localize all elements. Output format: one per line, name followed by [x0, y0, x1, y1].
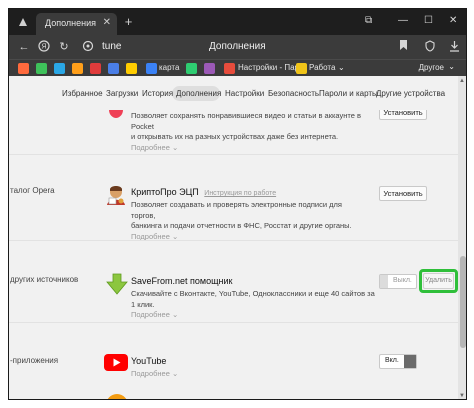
chevron-down-icon[interactable]: ⌄ [172, 310, 178, 319]
savefrom-toggle[interactable]: Выкл. [379, 274, 417, 289]
savefrom-more-link[interactable]: Подробнее [131, 310, 170, 319]
savefrom-delete-button[interactable]: Удалить [423, 273, 454, 289]
bookmark-map-label[interactable]: карта [159, 63, 179, 72]
toggle-label: Выкл. [393, 277, 412, 284]
svg-text:Я: Я [41, 44, 46, 51]
cryptopro-instructions-link[interactable]: Инструкция по работе [204, 190, 276, 197]
savefrom-name: SaveFrom.net помощник [131, 276, 233, 286]
other-sources-section-label: другиx источников [10, 275, 79, 284]
tab-history[interactable]: История [142, 89, 173, 98]
bookmark-settings-label[interactable]: Настройки - Пар [238, 63, 299, 72]
scroll-down-icon[interactable]: ▼ [459, 393, 465, 399]
tab-downloads[interactable]: Загрузки [106, 89, 138, 98]
address-text[interactable]: tune [102, 41, 121, 52]
tab-favorites[interactable]: Избранное [62, 89, 103, 98]
savefrom-download-icon [106, 273, 128, 295]
bookmark-icon[interactable] [18, 63, 29, 74]
youtube-description: Подробнее ⌄ [131, 369, 361, 380]
chevron-down-icon[interactable]: ⌄ [172, 143, 178, 152]
divider [9, 322, 458, 323]
tab-extensions[interactable]: Дополнения ✕ [36, 13, 117, 35]
bookmark-icon[interactable] [36, 63, 47, 74]
cryptopro-install-button[interactable]: Установить [379, 186, 427, 201]
settings-nav: Избранное Загрузки История Дополнения На… [9, 76, 458, 110]
title-bar: Дополнения ✕ + ⧉ — ☐ ✕ [9, 9, 466, 35]
bookmark-work-label[interactable]: Работа [309, 63, 335, 72]
tabs-menu-icon[interactable]: ⧉ [365, 15, 372, 27]
pocket-more-link[interactable]: Подробнее [131, 143, 170, 152]
scroll-up-icon[interactable]: ▲ [459, 78, 465, 84]
pocket-install-button[interactable]: Установить [379, 110, 427, 120]
page-title: Дополнения [209, 41, 266, 52]
bookmark-icon[interactable] [204, 63, 215, 74]
bookmark-flag-icon[interactable] [396, 40, 410, 54]
protect-icon[interactable] [423, 40, 437, 54]
tab-security[interactable]: Безопасность [268, 89, 319, 98]
cryptopro-icon [107, 186, 125, 205]
new-tab-button[interactable]: + [121, 14, 136, 29]
close-window-button[interactable]: ✕ [449, 15, 457, 27]
bookmark-icon[interactable] [72, 63, 83, 74]
youtube-more-link[interactable]: Подробнее [131, 369, 170, 378]
catalog-section-label: талог Opera [10, 186, 55, 195]
youtube-name: YouTube [131, 356, 167, 366]
scroll-thumb[interactable] [460, 256, 466, 348]
tab-settings[interactable]: Настройки [225, 89, 264, 98]
extensions-list: Позволяет сохранять понравившиеся видео … [9, 110, 458, 399]
browser-window: Дополнения ✕ + ⧉ — ☐ ✕ ← Я ↻ tune Дополн… [8, 8, 467, 400]
tab-passwords[interactable]: Пароли и карты [319, 89, 378, 98]
pocket-description: Позволяет сохранять понравившиеся видео … [131, 111, 361, 152]
bookmark-icon[interactable] [108, 63, 119, 74]
toggle-label: Вкл. [385, 357, 399, 364]
bookmark-other-label[interactable]: Другое [419, 63, 444, 72]
work-chevron-icon[interactable]: ⌄ [338, 63, 345, 72]
savefrom-description: Скачивайте с Вконтакте, YouTube, Однокла… [131, 289, 375, 319]
pocket-icon [109, 110, 123, 118]
toggle-knob [380, 275, 388, 288]
cryptopro-name: КриптоПро ЭЦП Инструкция по работе [131, 187, 277, 197]
chevron-down-icon[interactable]: ⌄ [172, 369, 178, 378]
apps-section-label: -приложения [10, 356, 59, 365]
divider [9, 154, 458, 155]
youtube-icon [104, 354, 128, 371]
yandex-icon[interactable]: Я [37, 40, 51, 54]
back-arrow-icon[interactable]: ← [17, 40, 31, 54]
folder-icon[interactable] [296, 63, 307, 74]
tab-other-devices[interactable]: Другие устройства [376, 89, 445, 98]
bookmark-icon[interactable] [126, 63, 137, 74]
bookmark-icon[interactable] [224, 63, 235, 74]
minimize-button[interactable]: — [398, 15, 408, 27]
next-extension-icon [106, 394, 128, 399]
cryptopro-description: Позволяет создавать и проверять электрон… [131, 200, 352, 241]
tab-close-icon[interactable]: ✕ [103, 17, 111, 28]
tab-label: Дополнения [45, 18, 96, 28]
bookmark-icon[interactable] [90, 63, 101, 74]
bookmark-icon[interactable] [146, 63, 157, 74]
maximize-button[interactable]: ☐ [424, 15, 433, 27]
other-chevron-icon[interactable]: ⌄ [448, 62, 455, 71]
bookmark-icon[interactable] [186, 63, 197, 74]
youtube-toggle[interactable]: Вкл. [379, 354, 417, 369]
divider [9, 240, 458, 241]
scrollbar[interactable]: ▲ ▼ [458, 76, 466, 399]
address-bar: ← Я ↻ tune Дополнения [9, 35, 466, 59]
site-info-icon[interactable] [81, 40, 95, 54]
browser-logo-icon [19, 18, 27, 26]
downloads-icon[interactable] [447, 40, 461, 54]
reload-icon[interactable]: ↻ [57, 40, 71, 54]
bookmark-icon[interactable] [54, 63, 65, 74]
bookmarks-bar: карта Настройки - Пар Работа ⌄ Другое ⌄ [9, 59, 466, 76]
tab-extensions-settings[interactable]: Дополнения [176, 89, 221, 98]
toggle-knob [404, 355, 416, 368]
